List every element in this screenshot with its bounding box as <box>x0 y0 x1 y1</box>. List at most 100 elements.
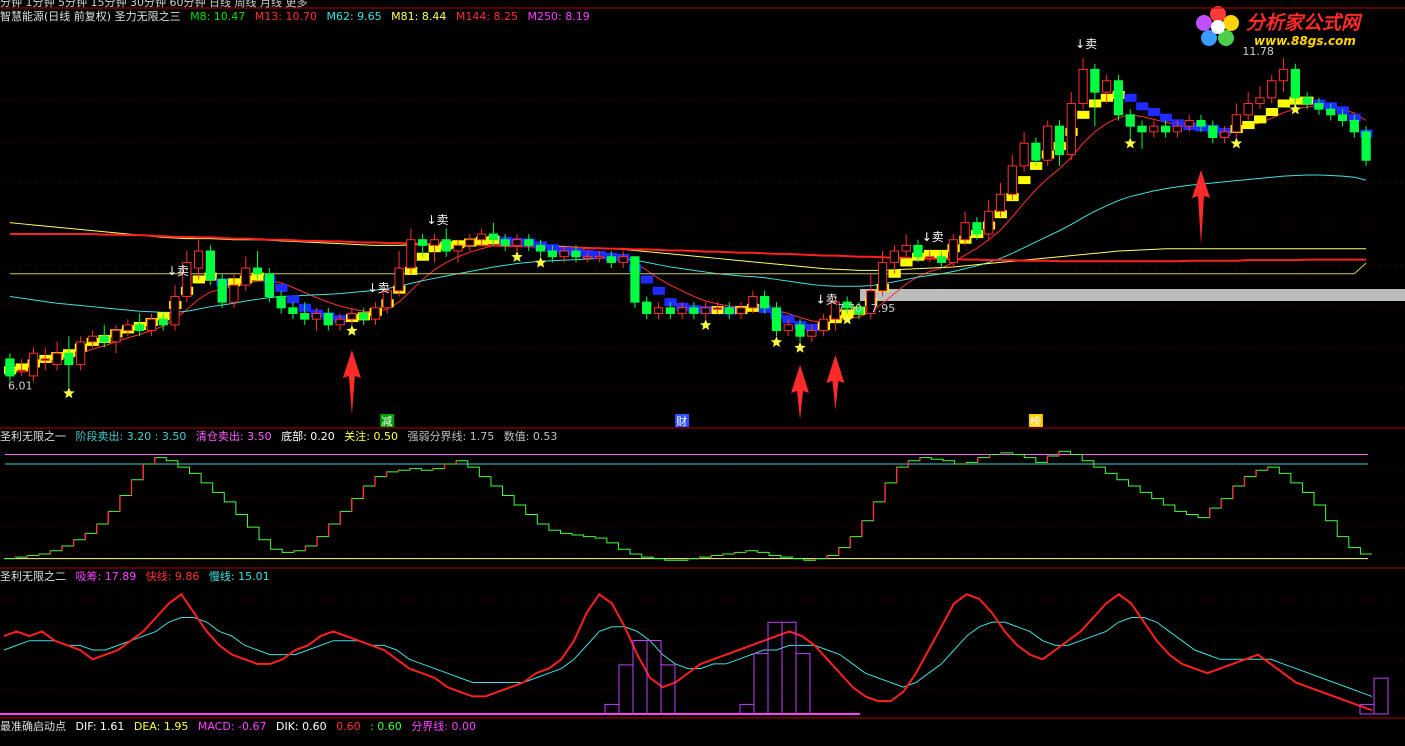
candle-body <box>1314 102 1324 110</box>
candle-body <box>205 250 216 280</box>
buy-star-icon <box>511 251 523 262</box>
price-level-band <box>860 289 1405 301</box>
candle-body <box>288 307 298 314</box>
candle-body <box>1361 131 1371 161</box>
sell-signal-label: ↓卖 <box>367 281 389 295</box>
buy-star-icon <box>346 324 358 336</box>
candle-body <box>642 301 652 315</box>
accumulation-bar <box>618 664 634 715</box>
candle-body <box>1196 120 1206 127</box>
candle-body <box>323 313 333 326</box>
candle-body <box>724 307 734 314</box>
candle-body <box>984 210 994 235</box>
candle-body <box>1231 114 1242 133</box>
candle-body <box>618 256 628 263</box>
candle-body <box>736 307 746 314</box>
candle-body <box>689 307 699 314</box>
trend-step <box>1077 110 1090 119</box>
candle-body <box>300 313 310 320</box>
mid-price-label: 7.95 <box>871 302 896 315</box>
candle-body <box>276 295 286 309</box>
candle-body <box>1337 114 1348 122</box>
osc2-fast-line <box>3 592 1373 712</box>
candle-body <box>193 250 204 269</box>
candle-body <box>665 307 675 314</box>
accumulation-bar <box>604 703 620 715</box>
candle-body <box>99 335 109 343</box>
candle-body <box>158 318 168 326</box>
candle-body <box>1326 108 1336 116</box>
candle-body <box>406 239 416 269</box>
candle-body <box>524 239 534 246</box>
candle-body <box>771 307 782 332</box>
candle-body <box>418 239 428 246</box>
accumulation-bar <box>1373 677 1389 715</box>
sell-signal-label: ↓卖 <box>1075 37 1097 51</box>
candle-body <box>1172 125 1183 133</box>
ma-line-m13 <box>9 105 1367 366</box>
candle-body <box>795 324 805 337</box>
trend-step <box>1147 107 1161 116</box>
candle-body <box>1267 80 1277 99</box>
candle-body <box>1019 142 1029 167</box>
candle-body <box>1149 125 1159 133</box>
candle-body <box>1290 68 1300 99</box>
trend-step <box>652 286 665 295</box>
candle-body <box>453 244 463 252</box>
candle-body <box>1349 120 1359 133</box>
candle-body <box>429 239 440 246</box>
candle-body <box>1219 131 1230 139</box>
candle-body <box>17 369 27 373</box>
trend-step <box>1242 121 1255 130</box>
candle-body <box>1184 120 1194 127</box>
candle-body <box>760 295 770 309</box>
candle-body <box>1208 125 1218 139</box>
event-marker-label: 榜 <box>1030 414 1041 428</box>
candle-body <box>241 267 251 286</box>
candle-body <box>571 250 581 258</box>
candle-body <box>476 233 487 241</box>
candle-body <box>535 244 546 252</box>
candle-body <box>28 352 39 377</box>
candle-body <box>1043 125 1053 161</box>
buy-star-icon <box>63 387 75 399</box>
low-price-label: 6.01 <box>8 379 33 392</box>
candle-body <box>1255 97 1265 104</box>
accumulation-bar <box>795 653 811 715</box>
sell-signal-label: ↓卖 <box>426 213 448 227</box>
candle-body <box>170 295 180 326</box>
chart-canvas: ↓卖 ↓卖 ↓卖 ↓卖 ↓卖 ↓卖 6.01 11.78 7.70 7.95 减 财 榜 <box>0 7 1405 719</box>
candle-body <box>311 313 322 320</box>
candle-body <box>1137 125 1147 133</box>
candle-body <box>948 239 958 263</box>
candle-body <box>630 256 640 303</box>
candle-body <box>1007 165 1017 195</box>
candle-body <box>701 307 711 314</box>
sell-signal-label: ↓卖 <box>922 230 944 244</box>
candle-body <box>1302 97 1312 104</box>
buy-star-icon <box>794 341 806 353</box>
candle-body <box>1090 68 1100 93</box>
buy-star-icon <box>1124 137 1136 149</box>
event-marker-label: 财 <box>676 414 687 428</box>
mid-price-label: 7.70 <box>837 302 862 315</box>
candle-body <box>335 318 345 326</box>
candle-body <box>1031 142 1041 161</box>
candle-body <box>606 256 616 263</box>
candle-body <box>359 313 369 320</box>
trend-step <box>900 258 913 267</box>
candle-body <box>370 307 381 320</box>
candle-body <box>1113 80 1124 116</box>
trend-step <box>1018 176 1031 185</box>
accumulation-bar <box>753 653 769 715</box>
buy-star-icon <box>770 336 783 348</box>
trend-step <box>275 283 288 292</box>
trend-step <box>640 275 654 284</box>
candle-body <box>1078 68 1088 104</box>
candle-body <box>40 358 50 361</box>
osc2-slow-line <box>3 617 1373 697</box>
candle-body <box>500 239 510 246</box>
trend-step <box>1277 99 1290 108</box>
candle-body <box>1102 80 1112 93</box>
candle-body <box>217 278 227 303</box>
